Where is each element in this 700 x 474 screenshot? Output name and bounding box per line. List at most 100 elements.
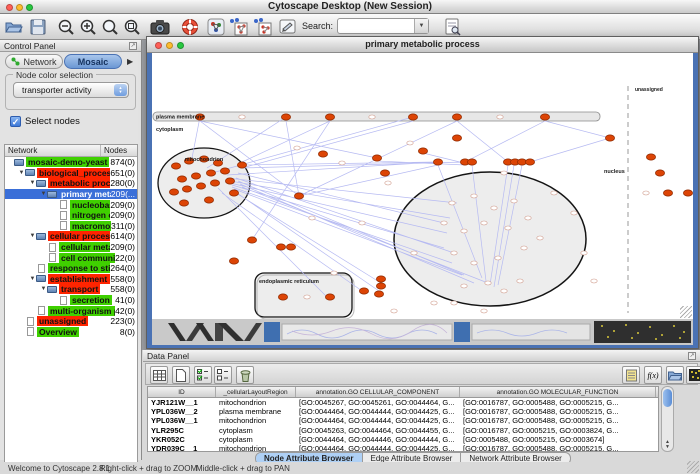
network-tree-item[interactable]: ▼primary metabo209(...: [5, 189, 137, 200]
expand-triangle-icon[interactable]: ▼: [18, 170, 25, 176]
network-tree-item[interactable]: cell communica22(0): [5, 252, 137, 263]
expand-triangle-icon[interactable]: ▼: [40, 286, 47, 292]
table-column-header[interactable]: annotation.GO MOLECULAR_FUNCTION: [460, 387, 656, 397]
float-panel-icon[interactable]: ↗: [688, 352, 696, 360]
scrollbar-arrows-icon[interactable]: ▲▼: [663, 440, 672, 450]
tree-column-nodes[interactable]: Nodes: [101, 145, 137, 156]
network-overview-icon[interactable]: [206, 17, 226, 37]
import-attributes-icon[interactable]: [666, 366, 684, 384]
table-row[interactable]: YLR295Ccytoplasm[GO:0045263, GO:0044464,…: [148, 426, 658, 435]
table-cell[interactable]: [GO:0016787, GO:0005215, GO:0003824, G..…: [460, 426, 656, 435]
table-cell[interactable]: [GO:0045267, GO:0045261, GO:0044464, G..…: [296, 398, 460, 407]
scrollbar-thumb[interactable]: [663, 389, 672, 407]
save-icon[interactable]: [28, 17, 48, 37]
network-tree-item[interactable]: ▼metabolic process280(0): [5, 178, 137, 189]
table-cell[interactable]: YLR295C: [148, 426, 216, 435]
network-tree-item[interactable]: ▼cellular process614(0): [5, 231, 137, 242]
open-icon[interactable]: [4, 17, 24, 37]
copy-network-icon[interactable]: [228, 17, 248, 37]
select-nodes-checkbox[interactable]: ✓ Select nodes: [10, 116, 80, 127]
attribute-table-icon[interactable]: [150, 366, 168, 384]
node-color-dropdown[interactable]: transporter activity ▲▼: [13, 82, 129, 98]
table-row[interactable]: YDR039C__1mitochondrion[GO:0044464, GO:0…: [148, 444, 658, 452]
table-column-header[interactable]: _cellularLayoutRegion: [216, 387, 296, 397]
tab-mosaic[interactable]: Mosaic: [64, 54, 122, 69]
network-tree-item[interactable]: ▼biological_process651(0): [5, 168, 137, 179]
network-tree-item[interactable]: multi-organism pro42(0): [5, 305, 137, 316]
table-cell[interactable]: [GO:0044464, GO:0044446, GO:0044444, G..…: [296, 435, 460, 444]
attribute-matrix-icon[interactable]: [686, 366, 700, 384]
network-tree-item[interactable]: macromolecule311(0): [5, 221, 137, 232]
table-row[interactable]: YPL036W__2plasma membrane[GO:0044464, GO…: [148, 407, 658, 416]
network-tree-item[interactable]: Overview8(0): [5, 327, 137, 338]
zoom-out-icon[interactable]: [56, 17, 76, 37]
network-tree-item[interactable]: cellular metabo209(0): [5, 242, 137, 253]
table-cell[interactable]: [GO:0044464, GO:0044444, GO:0044425, G..…: [296, 416, 460, 425]
float-panel-icon[interactable]: ↗: [129, 42, 137, 50]
table-cell[interactable]: cytoplasm: [216, 426, 296, 435]
window-resize-grip[interactable]: [687, 461, 699, 473]
notepad-icon[interactable]: [622, 366, 640, 384]
table-cell[interactable]: mitochondrion: [216, 398, 296, 407]
search-config-icon[interactable]: [443, 17, 463, 37]
table-cell[interactable]: YPL036W__2: [148, 407, 216, 416]
table-cell[interactable]: cytoplasm: [216, 435, 296, 444]
table-cell[interactable]: [GO:0016787, GO:0005488, GO:0005215, G..…: [460, 444, 656, 452]
delete-attribute-icon[interactable]: [236, 366, 254, 384]
network-canvas[interactable]: plasma membrane cytoplasm mitochondrion …: [152, 53, 693, 319]
search-input[interactable]: ▼: [337, 18, 429, 34]
search-dropdown-arrow-icon[interactable]: ▼: [414, 19, 428, 33]
snapshot-icon[interactable]: [150, 17, 170, 37]
unselect-attributes-icon[interactable]: [214, 366, 232, 384]
table-column-header[interactable]: annotation.GO CELLULAR_COMPONENT: [296, 387, 460, 397]
table-row[interactable]: YPL036W__1mitochondrion[GO:0044464, GO:0…: [148, 416, 658, 425]
table-column-header[interactable]: ID: [148, 387, 216, 397]
network-tree-item[interactable]: ▼transport558(0): [5, 284, 137, 295]
network-tree-item[interactable]: response to stimul264(0): [5, 263, 137, 274]
table-cell[interactable]: [GO:0044464, GO:0044444, GO:0044425, G..…: [296, 407, 460, 416]
help-ring-icon[interactable]: [180, 17, 200, 37]
network-tree-item[interactable]: ▼establishment of lo558(0): [5, 274, 137, 285]
network-tree-item[interactable]: secretion41(0): [5, 295, 137, 306]
tree-column-network[interactable]: Network: [5, 145, 101, 156]
vizmapper-icon[interactable]: [278, 17, 298, 37]
new-attribute-icon[interactable]: [172, 366, 190, 384]
table-cell[interactable]: plasma membrane: [216, 407, 296, 416]
nucleus-label: nucleus: [604, 169, 625, 175]
network-tree-item[interactable]: nitrogen compo209(0): [5, 210, 137, 221]
expand-triangle-icon[interactable]: ▼: [29, 276, 36, 282]
select-attributes-icon[interactable]: [194, 366, 212, 384]
network-leaf-icon: [27, 317, 34, 326]
tab-overflow-arrow[interactable]: ▶: [127, 57, 133, 66]
tab-network[interactable]: Network: [5, 54, 63, 69]
zoom-fit-icon[interactable]: [100, 17, 120, 37]
table-cell[interactable]: [GO:0005488, GO:0005215, GO:0003674]: [460, 435, 656, 444]
zoom-selected-icon[interactable]: [122, 17, 142, 37]
table-cell[interactable]: [GO:0016787, GO:0005488, GO:0005215, G..…: [460, 416, 656, 425]
table-cell[interactable]: [GO:0044464, GO:0044444, GO:0044425, G..…: [296, 444, 460, 452]
table-cell[interactable]: [GO:0016787, GO:0005488, GO:0005215, G..…: [460, 398, 656, 407]
table-row[interactable]: YKR052Ccytoplasm[GO:0044464, GO:0044446,…: [148, 435, 658, 444]
table-cell[interactable]: [GO:0045263, GO:0044464, GO:0044455, G..…: [296, 426, 460, 435]
network-tree-item[interactable]: nucleobase-209(0): [5, 199, 137, 210]
function-builder-icon[interactable]: f(x): [644, 366, 662, 384]
expand-triangle-icon[interactable]: ▼: [29, 180, 36, 186]
table-cell[interactable]: YJR121W__1: [148, 398, 216, 407]
table-row[interactable]: YJR121W__1mitochondrion[GO:0045267, GO:0…: [148, 398, 658, 407]
network-window-titlebar[interactable]: primary metabolic process: [147, 37, 698, 53]
table-cell[interactable]: YPL036W__1: [148, 416, 216, 425]
expand-triangle-icon[interactable]: ▼: [29, 233, 36, 239]
table-cell[interactable]: mitochondrion: [216, 416, 296, 425]
expand-triangle-icon[interactable]: ▼: [40, 191, 47, 197]
canvas-resize-grip[interactable]: [680, 306, 692, 318]
zoom-in-icon[interactable]: [78, 17, 98, 37]
network-tree-item[interactable]: mosaic-demo-yeast874(0): [5, 157, 137, 168]
table-scrollbar[interactable]: ▲▼: [661, 386, 674, 452]
table-cell[interactable]: YDR039C__1: [148, 444, 216, 452]
network-tree-item[interactable]: unassigned223(0): [5, 316, 137, 327]
table-cell[interactable]: mitochondrion: [216, 444, 296, 452]
table-cell[interactable]: [GO:0016787, GO:0005488, GO:0005215, G..…: [460, 407, 656, 416]
network-leaf-icon: [60, 296, 67, 305]
copy-network-style-icon[interactable]: [252, 17, 272, 37]
table-cell[interactable]: YKR052C: [148, 435, 216, 444]
